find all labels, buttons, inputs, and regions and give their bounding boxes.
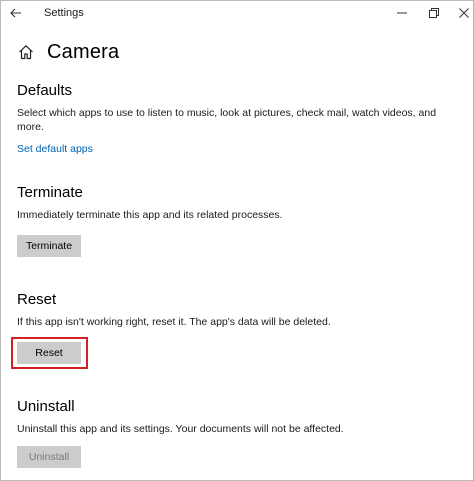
page-title: Camera [47, 40, 120, 63]
terminate-button[interactable]: Terminate [17, 235, 81, 257]
terminate-heading: Terminate [17, 184, 83, 201]
back-button[interactable] [5, 3, 27, 23]
reset-heading: Reset [17, 291, 57, 308]
window-title: Settings [44, 7, 84, 19]
uninstall-button[interactable]: Uninstall [17, 446, 81, 468]
close-icon [459, 8, 469, 18]
arrow-left-icon [10, 8, 21, 18]
uninstall-heading: Uninstall [17, 398, 75, 415]
uninstall-description: Uninstall this app and its settings. You… [17, 423, 344, 435]
minimize-icon [397, 12, 407, 14]
settings-window: Settings Camera Defaults Select which ap… [0, 0, 474, 481]
maximize-icon [429, 8, 439, 18]
reset-description: If this app isn't working right, reset i… [17, 316, 331, 328]
close-button[interactable] [449, 1, 474, 25]
set-default-apps-link[interactable]: Set default apps [17, 143, 93, 155]
home-icon[interactable] [17, 43, 35, 61]
reset-button[interactable]: Reset [17, 342, 81, 364]
defaults-description: Select which apps to use to listen to mu… [17, 107, 437, 133]
minimize-button[interactable] [387, 1, 417, 25]
terminate-description: Immediately terminate this app and its r… [17, 209, 283, 221]
maximize-button[interactable] [419, 1, 449, 25]
page-header: Camera [17, 39, 119, 65]
title-bar: Settings [1, 1, 473, 27]
defaults-heading: Defaults [17, 82, 73, 99]
